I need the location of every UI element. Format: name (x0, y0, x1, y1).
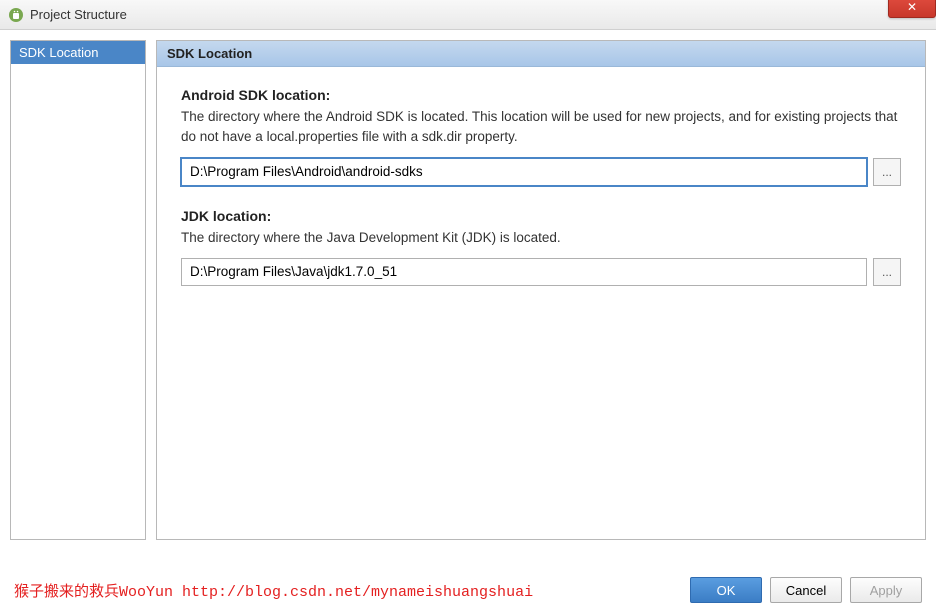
content-area: SDK Location SDK Location Android SDK lo… (0, 30, 936, 550)
project-structure-window: Project Structure ✕ SDK Location SDK Loc… (0, 0, 936, 615)
jdk-path-input[interactable] (181, 258, 867, 286)
jdk-title: JDK location: (181, 208, 901, 224)
window-title: Project Structure (30, 7, 127, 22)
sidebar: SDK Location (10, 40, 146, 540)
android-sdk-title: Android SDK location: (181, 87, 901, 103)
main-panel: SDK Location Android SDK location: The d… (156, 40, 926, 540)
footer: 猴子搬来的救兵WooYun http://blog.csdn.net/mynam… (0, 577, 936, 603)
cancel-button[interactable]: Cancel (770, 577, 842, 603)
main-header: SDK Location (157, 41, 925, 67)
android-sdk-desc: The directory where the Android SDK is l… (181, 107, 901, 148)
sidebar-item-sdk-location[interactable]: SDK Location (11, 41, 145, 64)
ok-button[interactable]: OK (690, 577, 762, 603)
jdk-browse-button[interactable]: ... (873, 258, 901, 286)
watermark-text: 猴子搬来的救兵WooYun http://blog.csdn.net/mynam… (14, 580, 533, 601)
jdk-desc: The directory where the Java Development… (181, 228, 901, 248)
close-icon: ✕ (907, 0, 917, 14)
android-sdk-browse-button[interactable]: ... (873, 158, 901, 186)
apply-button[interactable]: Apply (850, 577, 922, 603)
jdk-input-row: ... (181, 258, 901, 286)
close-button[interactable]: ✕ (888, 0, 936, 18)
ellipsis-icon: ... (882, 265, 892, 279)
android-sdk-input-row: ... (181, 158, 901, 186)
footer-buttons: OK Cancel Apply (690, 577, 922, 603)
android-sdk-path-input[interactable] (181, 158, 867, 186)
android-sdk-section: Android SDK location: The directory wher… (181, 87, 901, 186)
jdk-section: JDK location: The directory where the Ja… (181, 208, 901, 286)
main-body: Android SDK location: The directory wher… (157, 67, 925, 328)
sidebar-item-label: SDK Location (19, 45, 99, 60)
titlebar: Project Structure ✕ (0, 0, 936, 30)
ellipsis-icon: ... (882, 165, 892, 179)
app-icon (8, 7, 24, 23)
